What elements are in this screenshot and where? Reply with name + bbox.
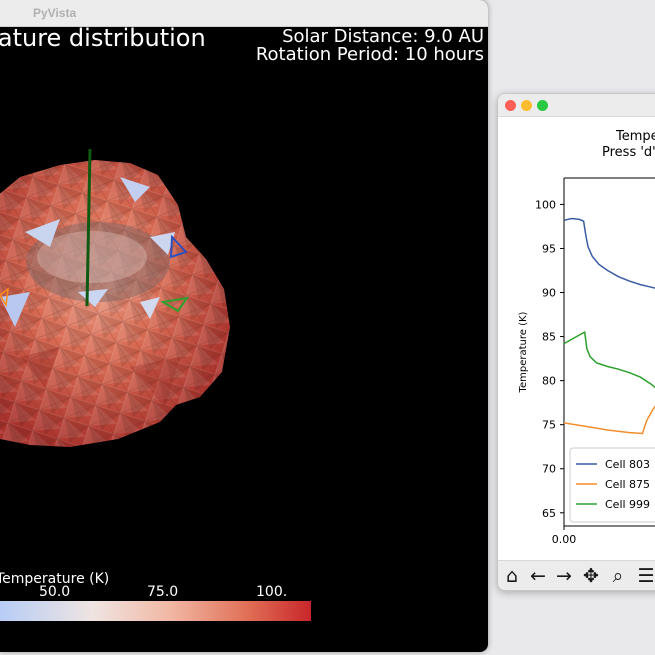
y-tick-label: 100 bbox=[535, 198, 556, 211]
matplotlib-titlebar[interactable] bbox=[498, 94, 655, 117]
series-line-cell-803 bbox=[563, 217, 655, 289]
series-line-cell-875 bbox=[563, 405, 655, 435]
asteroid-mesh[interactable] bbox=[0, 27, 488, 567]
y-axis-label: Temperature (K) bbox=[518, 311, 529, 393]
zoom-icon[interactable]: ⌕ bbox=[606, 564, 630, 588]
scalar-bar-tick: 50.0 bbox=[39, 584, 71, 600]
matplotlib-toolbar: ⌂ ← → ✥ ⌕ ☰ bbox=[498, 560, 655, 590]
legend-entry: Cell 875 bbox=[605, 478, 650, 491]
scalar-bar-tick: 75.0 bbox=[147, 584, 179, 600]
scalar-bar-colormap bbox=[0, 601, 311, 621]
legend-entry: Cell 803 bbox=[605, 458, 650, 471]
plot-legend: Cell 803 Cell 875 Cell 999 bbox=[569, 447, 655, 523]
plot-title-line2: Press 'd' bbox=[602, 145, 655, 160]
plot-title-line1: Tempe bbox=[615, 129, 655, 144]
pyvista-window: PyVista rature distribution Solar Distan… bbox=[0, 0, 488, 652]
asteroid-body bbox=[0, 160, 230, 447]
configure-subplots-icon[interactable]: ☰ bbox=[634, 564, 655, 588]
forward-arrow-icon[interactable]: → bbox=[552, 564, 576, 588]
home-icon[interactable]: ⌂ bbox=[500, 564, 524, 588]
pan-icon[interactable]: ✥ bbox=[579, 564, 603, 588]
y-tick-label: 90 bbox=[542, 287, 556, 300]
y-tick-label: 85 bbox=[542, 331, 556, 344]
y-tick-label: 75 bbox=[542, 419, 556, 432]
minimize-window-button[interactable] bbox=[521, 100, 532, 111]
legend-entry: Cell 999 bbox=[605, 498, 650, 511]
x-tick-label: 0.00 bbox=[552, 533, 577, 546]
scalar-bar-tick: 100. bbox=[256, 584, 288, 600]
y-tick-label: 80 bbox=[542, 375, 556, 388]
y-tick-label: 65 bbox=[542, 507, 556, 520]
pyvista-window-title: PyVista bbox=[33, 6, 77, 20]
maximize-window-button[interactable] bbox=[537, 100, 548, 111]
plot-series bbox=[563, 217, 655, 435]
matplotlib-window: Tempe Press 'd' 100 95 90 85 80 75 70 65 0.00 Tem… bbox=[497, 93, 655, 591]
close-window-button[interactable] bbox=[505, 100, 516, 111]
y-tick-label: 95 bbox=[542, 242, 556, 255]
series-line-cell-999 bbox=[563, 331, 655, 389]
pyvista-titlebar[interactable]: PyVista bbox=[0, 0, 488, 27]
y-tick-label: 70 bbox=[542, 463, 556, 476]
pyvista-render-view[interactable]: rature distribution Solar Distance: 9.0 … bbox=[0, 24, 488, 652]
back-arrow-icon[interactable]: ← bbox=[526, 564, 550, 588]
temperature-plot[interactable]: Tempe Press 'd' 100 95 90 85 80 75 70 65 0.00 Tem… bbox=[498, 116, 655, 560]
